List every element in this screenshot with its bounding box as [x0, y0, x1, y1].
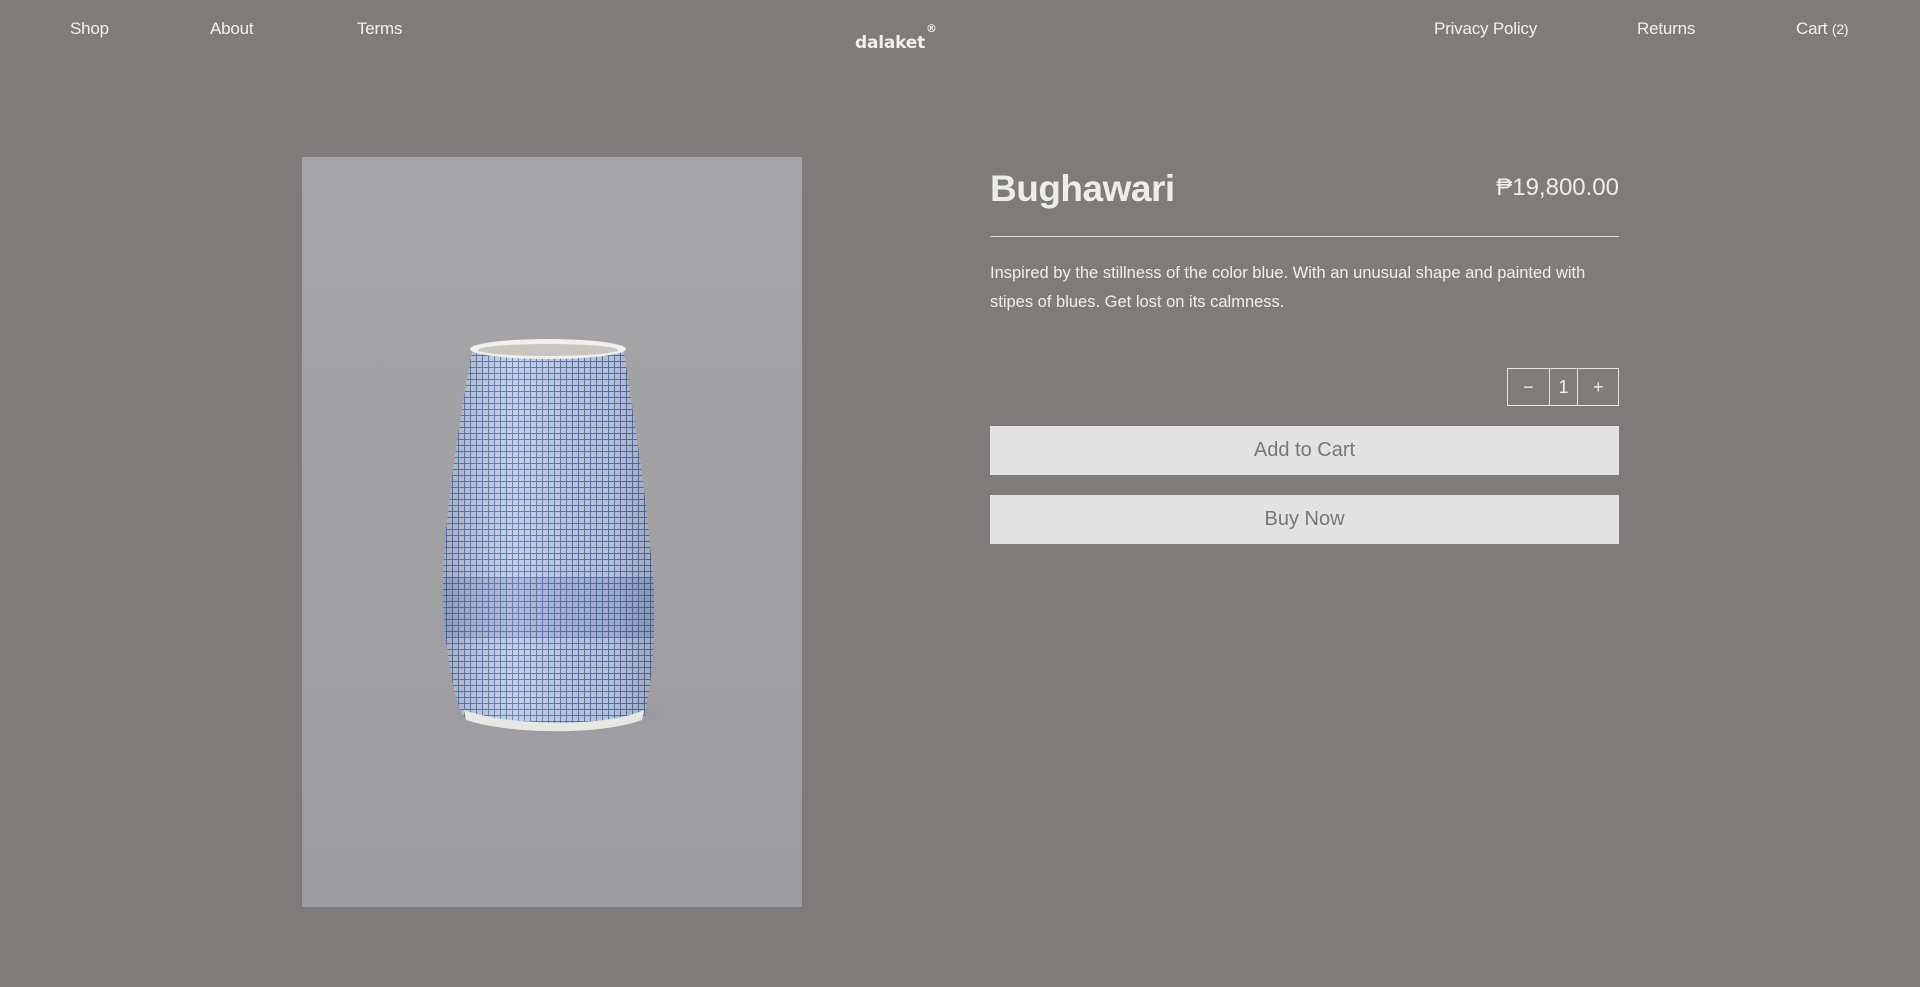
divider [990, 236, 1619, 237]
nav-link-returns[interactable]: Returns [1637, 18, 1695, 40]
cart-count: (2) [1831, 21, 1849, 37]
quantity-stepper: − 1 + [1507, 368, 1619, 406]
nav-link-about[interactable]: About [210, 18, 254, 40]
product-title: Bughawari [990, 168, 1175, 209]
registered-mark: ® [926, 22, 938, 35]
buy-now-button[interactable]: Buy Now [990, 495, 1619, 544]
nav-link-privacy-policy[interactable]: Privacy Policy [1434, 18, 1537, 40]
increase-quantity-button[interactable]: + [1578, 369, 1618, 405]
cart-label: Cart [1796, 19, 1828, 38]
nav-link-shop[interactable]: Shop [70, 18, 109, 40]
top-nav: Shop About Terms dalaket® Privacy Policy… [0, 0, 1920, 60]
decrease-quantity-button[interactable]: − [1508, 369, 1550, 405]
add-to-cart-button[interactable]: Add to Cart [990, 426, 1619, 475]
brand-logo[interactable]: dalaket® [855, 18, 997, 62]
product-price: ₱19,800.00 [1496, 174, 1619, 201]
vase-illustration [302, 157, 802, 907]
nav-link-cart[interactable]: Cart (2) [1796, 18, 1849, 40]
brand-logo-text: dalaket [855, 33, 926, 53]
product-description: Inspired by the stillness of the color b… [990, 264, 1586, 311]
product-image[interactable] [302, 157, 802, 907]
quantity-value[interactable]: 1 [1550, 369, 1579, 405]
nav-link-terms[interactable]: Terms [357, 18, 402, 40]
